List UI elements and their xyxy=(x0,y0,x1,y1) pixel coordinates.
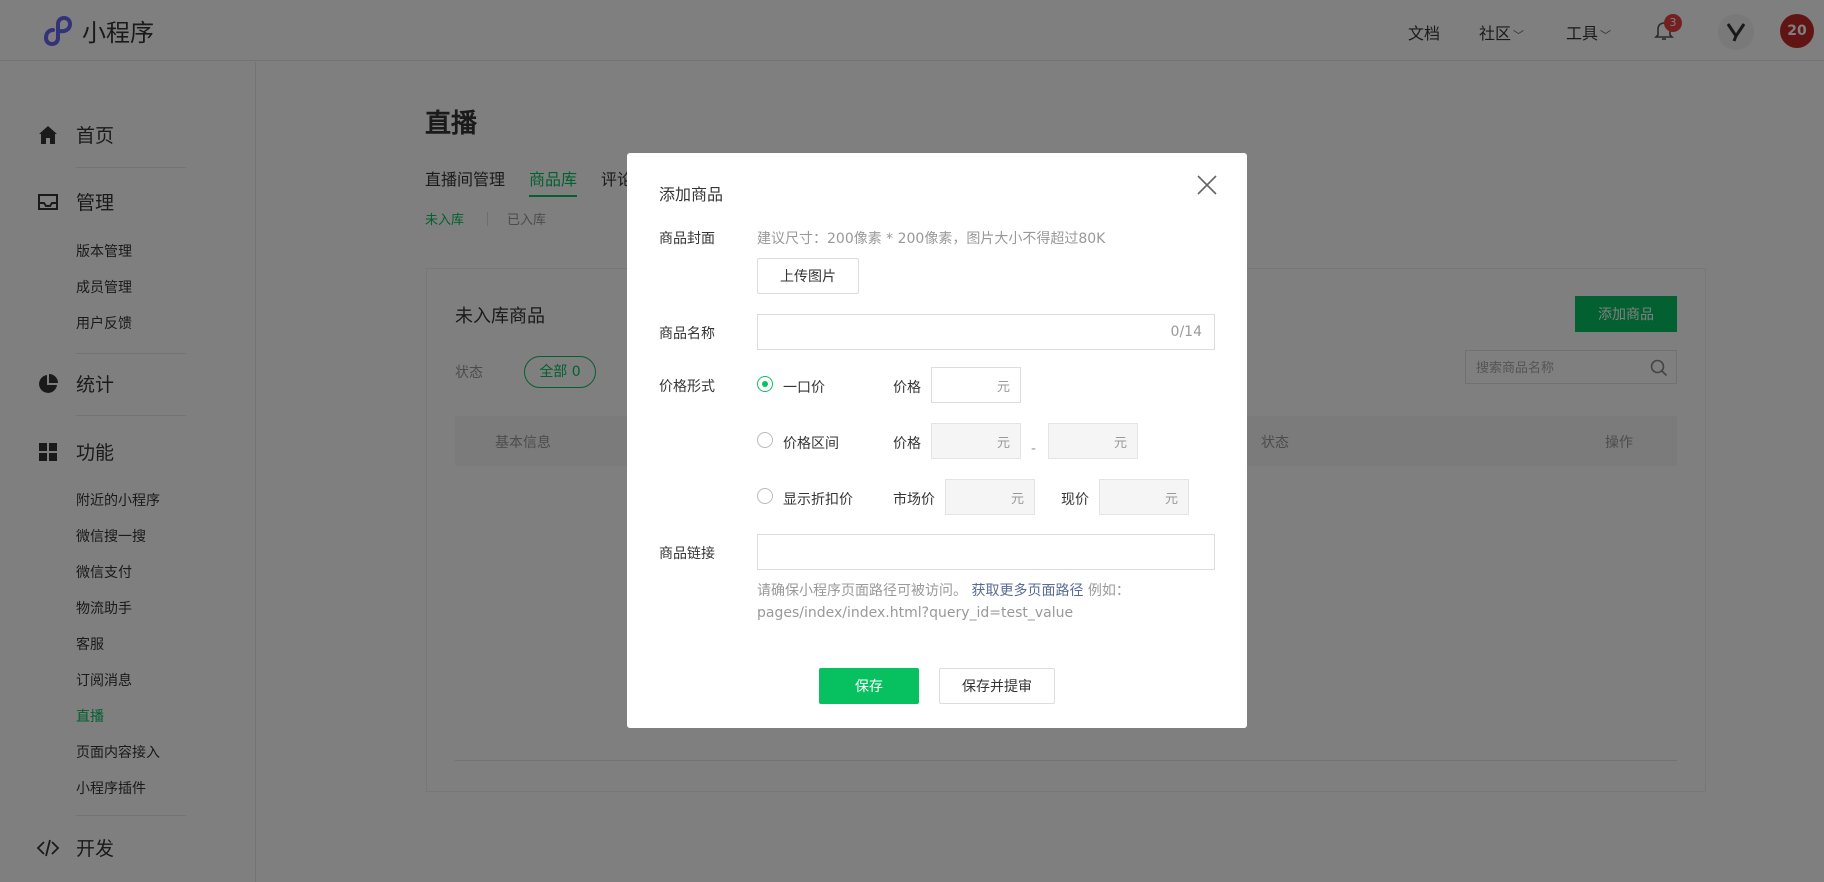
cover-size-hint: 建议尺寸：200像素 * 200像素，图片大小不得超过80K xyxy=(757,231,1106,247)
radio-discount-price[interactable] xyxy=(757,488,773,504)
price-label: 价格 xyxy=(893,380,921,396)
radio-price-range-label[interactable]: 价格区间 xyxy=(783,433,839,453)
product-link-field xyxy=(757,534,1215,570)
radio-fixed-price[interactable] xyxy=(757,376,773,392)
upload-image-button[interactable]: 上传图片 xyxy=(757,258,859,294)
market-price-label: 市场价 xyxy=(893,492,935,508)
price-field: 元 xyxy=(931,367,1021,403)
yuan-unit: 元 xyxy=(996,380,1010,395)
range-separator: - xyxy=(1031,441,1037,457)
product-link-label: 商品链接 xyxy=(659,546,715,562)
link-tip-text: 请确保小程序页面路径可被访问。 xyxy=(757,583,967,599)
dialog-title: 添加商品 xyxy=(659,185,724,204)
product-link-input[interactable] xyxy=(758,535,1198,569)
yuan-unit: 元 xyxy=(996,436,1010,451)
current-price-input[interactable] xyxy=(1100,480,1160,514)
price-form-label: 价格形式 xyxy=(659,379,715,395)
current-price-label: 现价 xyxy=(1061,492,1089,508)
product-name-input[interactable] xyxy=(758,315,1158,349)
add-product-dialog: 添加商品 商品封面 建议尺寸：200像素 * 200像素，图片大小不得超过80K… xyxy=(627,153,1247,728)
save-button[interactable]: 保存 xyxy=(819,668,919,704)
close-icon[interactable] xyxy=(1195,173,1219,197)
price-range-max-field: 元 xyxy=(1048,423,1138,459)
price-input[interactable] xyxy=(932,368,992,402)
price-range-min-input[interactable] xyxy=(932,424,992,458)
market-price-field: 元 xyxy=(945,479,1035,515)
yuan-unit: 元 xyxy=(1113,436,1127,451)
link-tip: 请确保小程序页面路径可被访问。 获取更多页面路径 例如：pages/index/… xyxy=(757,580,1217,624)
more-page-paths-link[interactable]: 获取更多页面路径 xyxy=(971,583,1083,599)
char-counter: 0/14 xyxy=(1170,324,1202,340)
save-and-submit-review-button[interactable]: 保存并提审 xyxy=(939,668,1055,704)
current-price-field: 元 xyxy=(1099,479,1189,515)
radio-fixed-price-label[interactable]: 一口价 xyxy=(783,377,825,397)
radio-price-range[interactable] xyxy=(757,432,773,448)
cover-label: 商品封面 xyxy=(659,231,715,247)
price-range-min-field: 元 xyxy=(931,423,1021,459)
radio-discount-price-label[interactable]: 显示折扣价 xyxy=(783,489,853,509)
market-price-input[interactable] xyxy=(946,480,1006,514)
product-name-field: 0/14 xyxy=(757,314,1215,350)
price-range-max-input[interactable] xyxy=(1049,424,1109,458)
price-range-label: 价格 xyxy=(893,436,921,452)
product-name-label: 商品名称 xyxy=(659,326,715,342)
yuan-unit: 元 xyxy=(1164,492,1178,507)
yuan-unit: 元 xyxy=(1010,492,1024,507)
